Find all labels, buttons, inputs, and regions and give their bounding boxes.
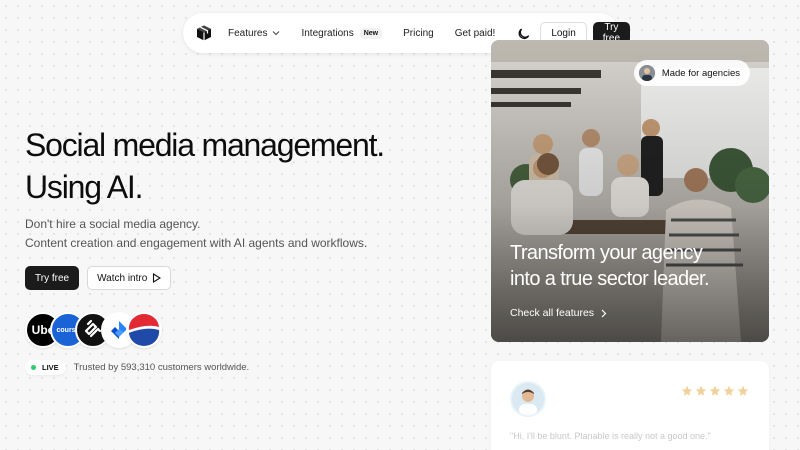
- star-icon: [723, 385, 735, 396]
- hero-subtitle-line2: Content creation and engagement with AI …: [25, 236, 368, 250]
- avatar: [638, 65, 655, 81]
- nav-get-paid[interactable]: Get paid!: [455, 28, 496, 39]
- check-all-features-label: Check all features: [510, 307, 595, 319]
- live-label: LIVE: [42, 363, 59, 372]
- hero-title-line1: Social media management.: [25, 127, 385, 163]
- nav-features[interactable]: Features: [228, 28, 280, 39]
- box-cube-icon[interactable]: [195, 24, 213, 42]
- review-card: "Hi, I'll be blunt. Planable is really n…: [491, 361, 769, 450]
- hero-title: Social media management. Using AI.: [25, 124, 445, 208]
- agency-photo-card[interactable]: Made for agencies Transform your agency …: [491, 40, 769, 342]
- chevron-right-icon: [601, 309, 607, 318]
- reviewer-avatar: [510, 381, 546, 417]
- hero-title-line2: Using AI.: [25, 169, 143, 205]
- nav-integrations[interactable]: Integrations New: [301, 27, 383, 39]
- watch-intro-label: Watch intro: [97, 272, 148, 284]
- new-badge: New: [359, 27, 383, 39]
- star-icon: [737, 385, 749, 396]
- nav-features-label: Features: [228, 27, 268, 39]
- pepsi-logo: [126, 312, 162, 348]
- hero-actions: Try free Watch intro: [25, 266, 172, 290]
- hero-subtitle: Don't hire a social media agency. Conten…: [25, 215, 367, 253]
- hero-try-free-button[interactable]: Try free: [25, 266, 80, 290]
- nav-pricing[interactable]: Pricing: [403, 28, 434, 39]
- play-icon: [152, 273, 162, 283]
- made-for-agencies-badge: Made for agencies: [633, 60, 750, 86]
- photo-card-heading-line1: Transform your agency: [510, 242, 703, 264]
- photo-card-heading-line2: into a true sector leader.: [510, 268, 710, 290]
- made-for-agencies-label: Made for agencies: [661, 67, 740, 79]
- star-icon: [709, 385, 721, 396]
- photo-card-heading: Transform your agency into a true sector…: [510, 240, 760, 292]
- live-badge: LIVE: [25, 360, 66, 375]
- review-text: "Hi, I'll be blunt. Planable is really n…: [510, 431, 711, 441]
- hero-subtitle-line1: Don't hire a social media agency.: [25, 217, 201, 231]
- nav-integrations-label: Integrations: [301, 27, 354, 39]
- moon-icon[interactable]: [518, 26, 532, 40]
- live-status: LIVE Trusted by 593,310 customers worldw…: [25, 360, 249, 375]
- chevron-down-icon: [272, 30, 280, 36]
- star-icon: [695, 385, 707, 396]
- live-dot: [31, 365, 36, 370]
- trusted-text: Trusted by 593,310 customers worldwide.: [73, 362, 250, 373]
- check-all-features-link[interactable]: Check all features: [510, 307, 607, 319]
- star-icon: [681, 385, 693, 396]
- watch-intro-button[interactable]: Watch intro: [87, 266, 172, 290]
- rating-stars: [681, 385, 749, 397]
